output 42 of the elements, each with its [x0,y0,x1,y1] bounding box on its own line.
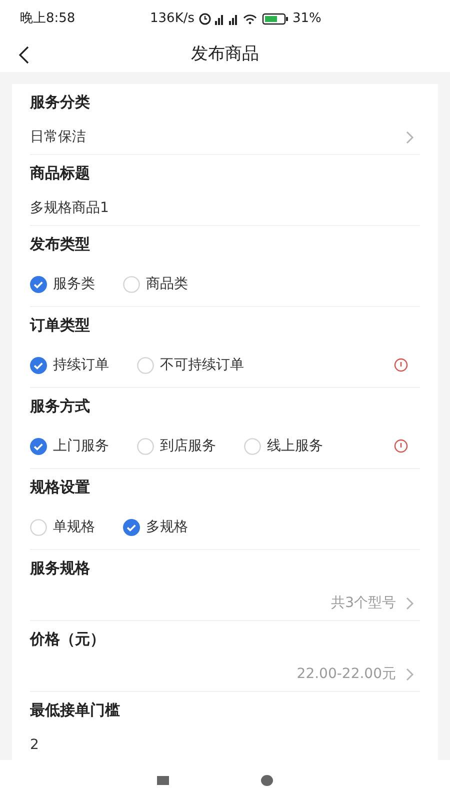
option-label[interactable]: 商品类 [146,274,188,294]
option-label[interactable]: 线上服务 [267,436,323,456]
option-label[interactable]: 多规格 [146,516,188,538]
checked-radio-icon[interactable] [30,438,47,454]
unchecked-radio-icon[interactable] [137,356,154,374]
chevron-right-icon [406,668,414,680]
option-label[interactable]: 单规格 [53,516,95,538]
option-label[interactable]: 服务类 [53,274,95,294]
option-label[interactable]: 上门服务 [53,436,109,456]
section-title: 服务方式 [30,396,91,417]
option-label[interactable]: 到店服务 [160,436,216,456]
checked-radio-icon[interactable] [30,356,47,374]
checked-radio-icon[interactable] [123,518,140,536]
page-title: 发布商品 [191,43,259,66]
back-icon[interactable] [18,46,30,64]
unchecked-radio-icon[interactable] [123,276,140,292]
info-icon[interactable] [394,358,408,372]
status-time: 晚上8:58 [20,10,76,28]
section-title: 商品标题 [30,162,91,184]
chevron-right-icon [406,596,414,610]
option-label[interactable]: 不可持续订单 [160,354,244,376]
checked-radio-icon[interactable] [30,276,47,292]
chevron-right-icon [406,130,414,144]
section-title: 价格（元） [30,628,106,650]
unchecked-radio-icon[interactable] [137,438,154,454]
section-title: 订单类型 [30,314,91,336]
recent-apps-icon[interactable] [157,776,169,784]
section-title: 服务规格 [30,558,91,579]
unchecked-radio-icon[interactable] [244,438,261,454]
info-icon[interactable] [394,439,408,453]
home-icon[interactable] [261,774,273,786]
select-field[interactable]: 日常保洁 [30,120,420,154]
section-title: 规格设置 [30,476,91,498]
section-title: 最低接单门槛 [30,700,121,721]
option-label[interactable]: 持续订单 [53,354,109,376]
unchecked-radio-icon[interactable] [30,518,47,536]
section-title: 服务分类 [30,92,91,113]
input-field[interactable]: 2 [30,728,420,760]
network-speed: 136K/s [150,10,194,28]
battery-percent: 31% [292,10,322,28]
section-title: 发布类型 [30,234,91,255]
input-field[interactable]: 多规格商品1 [30,191,420,225]
